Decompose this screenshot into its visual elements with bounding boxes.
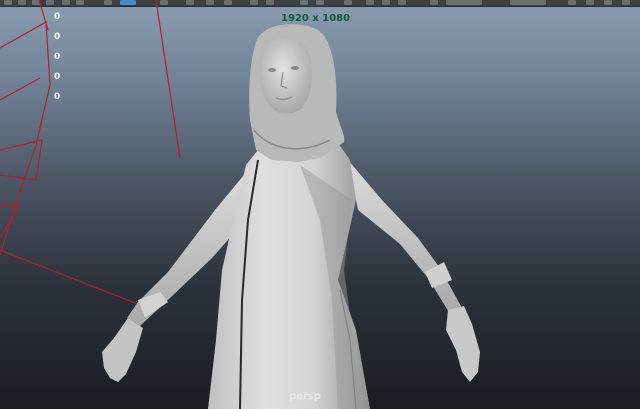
hud-count-value: 0 <box>54 52 61 62</box>
eye-right <box>291 66 299 70</box>
left-hand <box>102 318 143 382</box>
eye-left <box>268 68 276 72</box>
camera-name-label: persp <box>289 391 321 402</box>
hud-count-value: 0 <box>54 32 61 42</box>
curve-lines[interactable] <box>0 0 181 306</box>
resolution-gate-label: 1920 x 1080 <box>281 13 351 24</box>
hud-count-value: 0 <box>54 92 61 102</box>
right-hand <box>446 306 480 382</box>
scene-render <box>0 0 480 409</box>
persp-viewport[interactable]: 0 0 0 0 0 1920 x 1080 persp <box>0 0 640 409</box>
right-arm <box>348 160 462 314</box>
face <box>260 38 312 114</box>
hud-count-value: 0 <box>54 12 61 22</box>
hud-poly-counts: 0 0 0 0 0 <box>54 7 60 107</box>
hud-count-value: 0 <box>54 72 61 82</box>
